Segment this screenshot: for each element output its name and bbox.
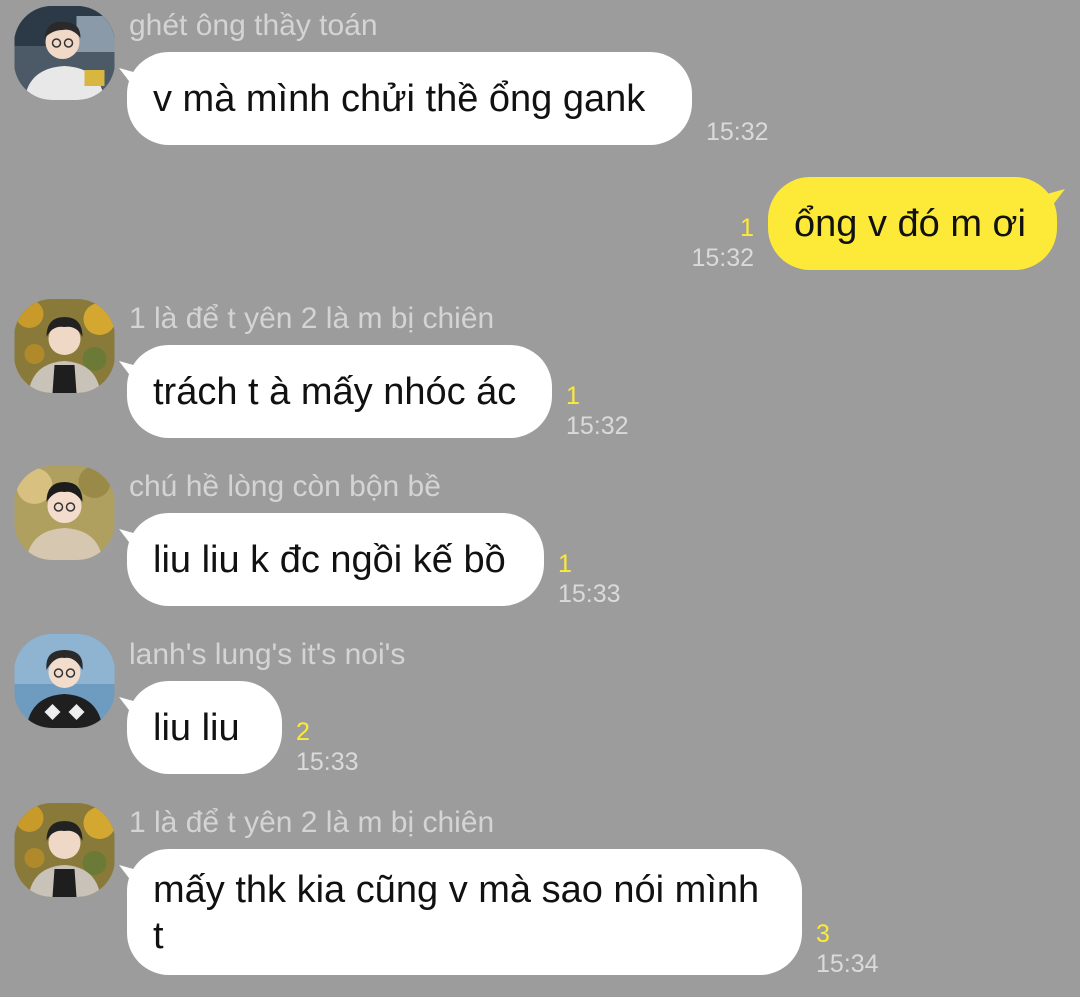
avatar-photo-3 <box>14 466 115 560</box>
message-text: liu liu k đc ngồi kế bồ <box>153 538 506 581</box>
message-time: 15:32 <box>706 118 769 146</box>
message-meta: 1 15:32 <box>566 381 629 441</box>
message-time: 15:33 <box>296 748 359 776</box>
avatar-photo-4 <box>14 634 115 728</box>
unread-count: 2 <box>296 718 310 746</box>
message-meta: 1 15:32 <box>691 213 754 273</box>
unread-count: 3 <box>816 920 830 948</box>
message-text: ổng v đó m ơi <box>794 202 1026 245</box>
message-text: liu liu <box>153 706 240 749</box>
message-text: mấy thk kia cũng v mà sao nói mình t <box>153 867 759 959</box>
message-text-line: t <box>153 915 164 957</box>
message-meta: 15:32 <box>706 117 769 147</box>
message-bubble[interactable]: trách t à mấy nhóc ác <box>127 345 552 438</box>
avatar-photo-2 <box>14 803 115 897</box>
sender-name: chú hề lòng còn bộn bề <box>129 470 441 503</box>
message-bubble[interactable]: liu liu <box>127 681 282 774</box>
unread-count: 1 <box>740 214 754 242</box>
message-meta: 2 15:33 <box>296 717 359 777</box>
message-meta: 3 15:34 <box>816 919 879 979</box>
message-bubble[interactable]: mấy thk kia cũng v mà sao nói mình t <box>127 849 802 975</box>
avatar[interactable] <box>14 803 115 897</box>
sender-name: lanh's lung's it's noi's <box>129 638 406 671</box>
message-bubble[interactable]: liu liu k đc ngồi kế bồ <box>127 513 544 606</box>
message-time: 15:34 <box>816 950 879 978</box>
sender-name: 1 là để t yên 2 là m bị chiên <box>129 302 495 335</box>
sender-name: 1 là để t yên 2 là m bị chiên <box>129 806 495 839</box>
avatar-photo-1 <box>14 6 115 100</box>
message-text: trách t à mấy nhóc ác <box>153 370 517 413</box>
message-time: 15:33 <box>558 580 621 608</box>
unread-count: 1 <box>558 550 572 578</box>
avatar-photo-2 <box>14 299 115 393</box>
message-time: 15:32 <box>566 412 629 440</box>
avatar[interactable] <box>14 634 115 728</box>
avatar[interactable] <box>14 466 115 560</box>
message-meta: 1 15:33 <box>558 549 621 609</box>
message-text: v mà mình chửi thề ổng gank <box>153 77 646 120</box>
avatar[interactable] <box>14 6 115 100</box>
unread-count: 1 <box>566 382 580 410</box>
message-text-line: mấy thk kia cũng v mà sao nói mình <box>153 869 760 911</box>
sender-name: ghét ông thầy toán <box>129 9 378 42</box>
avatar[interactable] <box>14 299 115 393</box>
message-time: 15:32 <box>691 244 754 272</box>
message-bubble-outgoing[interactable]: ổng v đó m ơi <box>768 177 1057 270</box>
message-bubble[interactable]: v mà mình chửi thề ổng gank <box>127 52 692 145</box>
